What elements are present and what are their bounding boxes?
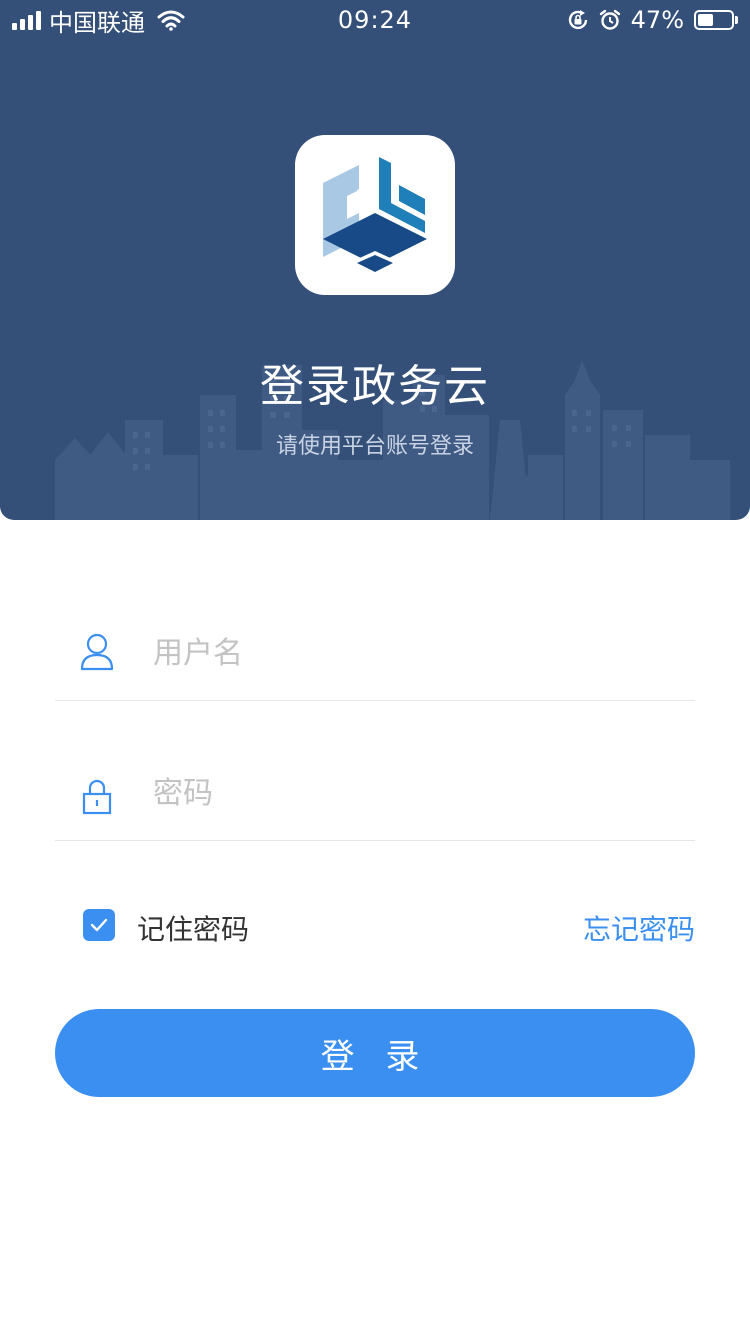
forgot-password-link[interactable]: 忘记密码 [583, 908, 695, 948]
user-icon [80, 633, 114, 671]
alarm-icon [599, 9, 620, 30]
page-title: 登录政务云 [260, 361, 490, 412]
remember-password-label[interactable]: 记住密码 [137, 908, 249, 948]
header-banner: 中国联通 09:24 47% 登录政务云 请使用平台账号登录 [0, 0, 750, 520]
password-input[interactable] [153, 768, 673, 818]
page-subtitle: 请使用平台账号登录 [275, 434, 474, 459]
battery-percent: 47% [630, 6, 684, 34]
lock-icon [82, 779, 112, 815]
remember-row: 记住密码 忘记密码 [55, 900, 695, 950]
remember-password-checkbox[interactable] [83, 909, 115, 941]
password-field[interactable] [55, 750, 695, 841]
app-logo-cube-icon [295, 135, 455, 295]
rotation-lock-icon [568, 10, 587, 30]
login-page: 中国联通 09:24 47% 登录政务云 请使用平台账号登录 用户名 记住密码 … [0, 0, 750, 1334]
status-bar: 中国联通 09:24 47% [0, 0, 750, 40]
login-button[interactable]: 登 录 [55, 1009, 695, 1097]
username-field[interactable] [55, 610, 695, 701]
username-input[interactable] [153, 628, 673, 678]
battery-icon [694, 10, 734, 30]
status-right: 47% [567, 6, 738, 34]
check-icon [90, 918, 108, 932]
